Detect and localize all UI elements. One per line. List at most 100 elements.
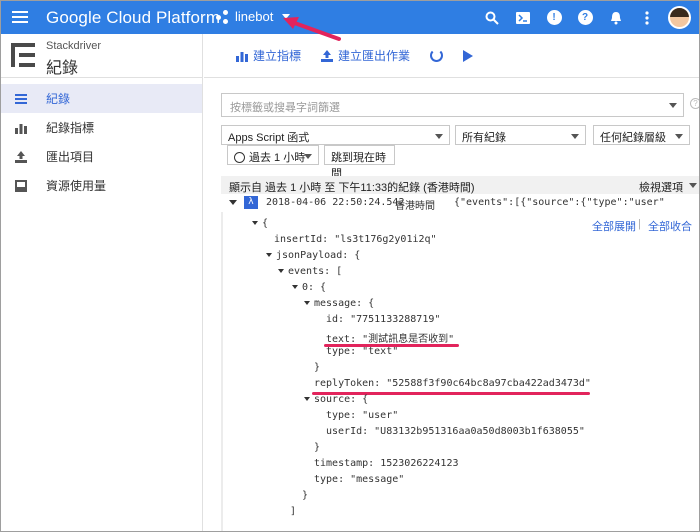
json-line[interactable]: { — [252, 218, 268, 229]
help-icon[interactable]: ? — [575, 8, 595, 28]
sidebar: Stackdriver 紀錄 紀錄 紀錄指標 匯出項目 資源使用量 — [1, 34, 203, 531]
toggle-icon[interactable] — [304, 301, 310, 305]
sidebar-item-logs[interactable]: 紀錄 — [1, 84, 202, 113]
refresh-icon[interactable] — [430, 49, 444, 62]
json-text: { — [262, 218, 269, 229]
sidebar-item-label: 資源使用量 — [46, 179, 107, 193]
log-timestamp: 2018-04-06 22:50:24.542 — [266, 197, 405, 208]
chevron-down-icon — [689, 183, 697, 188]
create-metric-label: 建立指標 — [253, 49, 302, 63]
json-text: message: { — [314, 298, 375, 309]
toggle-icon[interactable] — [278, 269, 284, 273]
bell-icon[interactable] — [606, 8, 626, 28]
json-line: timestamp: 1523026224123 — [314, 458, 459, 469]
json-text: } — [314, 362, 321, 373]
chevron-down-icon — [675, 134, 683, 139]
chevron-down-icon — [571, 134, 579, 139]
toggle-icon[interactable] — [304, 397, 310, 401]
json-text: id: "7751133288719" — [326, 314, 441, 325]
log-level-select[interactable]: 任何紀錄層級 — [593, 125, 690, 145]
log-entry-row[interactable]: λ 2018-04-06 22:50:24.542 香港時間 {"events"… — [221, 194, 699, 212]
create-export-label: 建立匯出作業 — [338, 49, 411, 63]
log-timezone: 香港時間 — [395, 201, 435, 212]
product-title: 紀錄 — [46, 60, 79, 77]
json-text: 0: { — [302, 282, 327, 293]
log-level-value: 任何紀錄層級 — [600, 132, 666, 144]
cloud-shell-icon[interactable] — [513, 8, 533, 28]
json-line: replyToken: "52588f3f90c64bc8a97cba422ad… — [314, 378, 591, 389]
create-metric-button[interactable]: 建立指標 — [236, 47, 301, 64]
json-line: type: "text" — [326, 346, 398, 357]
project-icon — [216, 9, 230, 24]
json-line: id: "7751133288719" — [326, 314, 440, 325]
filter-placeholder: 按標籤或搜尋字詞篩選 — [230, 102, 340, 114]
sidebar-item-label: 紀錄指標 — [46, 121, 95, 135]
top-actions: ! ? — [482, 6, 691, 29]
chevron-down-icon — [669, 103, 677, 108]
top-bar: Google Cloud Platform linebot ! ? — [1, 1, 699, 41]
play-icon[interactable] — [463, 49, 474, 62]
help-icon[interactable]: ? — [690, 98, 699, 109]
export-icon — [15, 150, 27, 163]
chevron-down-icon — [435, 134, 443, 139]
json-text: type: "user" — [326, 410, 399, 421]
json-line[interactable]: 0: { — [292, 282, 326, 293]
json-text: events: [ — [288, 266, 343, 277]
json-text: jsonPayload: { — [276, 250, 361, 261]
json-line[interactable]: source: { — [304, 394, 368, 405]
json-text: source: { — [314, 394, 369, 405]
sidebar-item-exports[interactable]: 匯出項目 — [1, 142, 202, 171]
json-text: timestamp: 1523026224123 — [314, 458, 459, 469]
resource-select-value: Apps Script 函式 — [228, 132, 310, 144]
toggle-icon[interactable] — [252, 221, 258, 225]
toolbar: 建立指標 建立匯出作業 — [204, 34, 699, 78]
json-line[interactable]: message: { — [304, 298, 374, 309]
json-text: replyToken: "52588f3f90c64bc8a97cba422ad… — [314, 378, 591, 389]
log-detail: 全部展開 | 全部收合 { insertId: "ls3t176g2y01i2q… — [221, 212, 699, 531]
logs-select-value: 所有紀錄 — [462, 132, 506, 144]
expand-toggle-icon[interactable] — [229, 200, 237, 205]
list-icon — [15, 93, 27, 104]
sidebar-item-usage[interactable]: 資源使用量 — [1, 171, 202, 200]
avatar[interactable] — [668, 6, 691, 29]
resource-select[interactable]: Apps Script 函式 — [221, 125, 450, 145]
export-icon — [321, 49, 334, 62]
time-range-select[interactable]: 過去 1 小時 — [227, 145, 319, 165]
sidebar-item-label: 匯出項目 — [46, 150, 95, 164]
jump-to-now-button[interactable]: 跳到現在時間 — [324, 145, 395, 180]
stackdriver-logging-icon — [11, 43, 35, 67]
chevron-down-icon — [304, 154, 312, 159]
json-text: insertId: "ls3t176g2y01i2q" — [274, 234, 437, 245]
alert-icon[interactable]: ! — [544, 8, 564, 28]
project-name: linebot — [235, 9, 274, 24]
brand-title[interactable]: Google Cloud Platform — [46, 8, 220, 28]
json-line: type: "message" — [314, 474, 404, 485]
json-line[interactable]: events: [ — [278, 266, 342, 277]
json-line[interactable]: jsonPayload: { — [266, 250, 360, 261]
menu-icon[interactable] — [12, 11, 28, 23]
toggle-icon[interactable] — [266, 253, 272, 257]
log-preview: {"events":[{"source":{"type":"user" — [454, 197, 665, 208]
filter-input[interactable]: 按標籤或搜尋字詞篩選 — [221, 93, 684, 117]
expand-all-link[interactable]: 全部展開 — [592, 218, 636, 234]
view-options-button[interactable]: 檢視選項 — [639, 179, 683, 195]
json-line: } — [314, 362, 320, 373]
clock-icon — [234, 152, 245, 163]
sidebar-item-metrics[interactable]: 紀錄指標 — [1, 113, 202, 142]
storage-icon — [15, 179, 27, 192]
bar-chart-icon — [15, 123, 27, 134]
search-icon[interactable] — [482, 8, 502, 28]
json-text: } — [314, 442, 321, 453]
json-text: ] — [290, 506, 297, 517]
more-vert-icon[interactable] — [637, 8, 657, 28]
json-line: userId: "U83132b951316aa0a50d8003b1f6380… — [326, 426, 585, 437]
app-window: Google Cloud Platform linebot ! ? Stackd… — [0, 0, 700, 532]
sidebar-header: Stackdriver 紀錄 — [1, 34, 202, 78]
collapse-all-link[interactable]: 全部收合 — [648, 218, 692, 234]
project-selector[interactable]: linebot — [216, 9, 291, 24]
json-text: type: "message" — [314, 474, 405, 485]
create-export-button[interactable]: 建立匯出作業 — [321, 47, 410, 64]
json-line: text: "測試訊息是否收到" — [326, 330, 454, 345]
logs-select[interactable]: 所有紀錄 — [455, 125, 586, 145]
toggle-icon[interactable] — [292, 285, 298, 289]
